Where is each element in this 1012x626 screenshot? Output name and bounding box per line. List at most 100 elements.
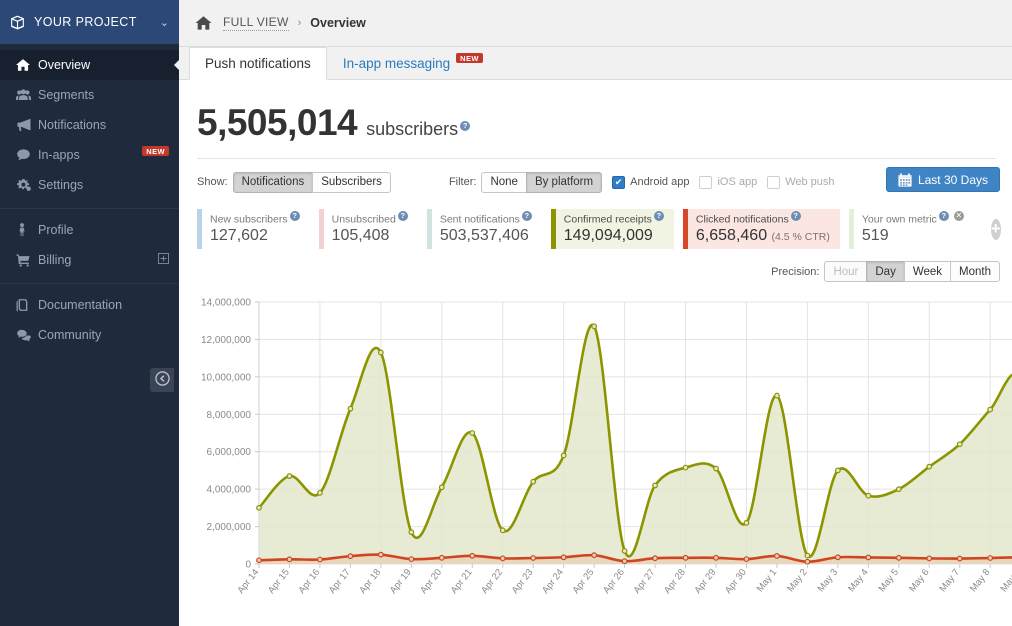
status-badge: NEW [142, 146, 169, 157]
question-circle-icon[interactable]: ? [460, 121, 470, 131]
filter-option-by-platform[interactable]: By platform [526, 172, 602, 193]
page-title: Overview [310, 16, 366, 30]
card-value: 127,602 [210, 227, 300, 245]
question-circle-icon[interactable]: ? [791, 211, 801, 221]
sidebar-item-in-apps[interactable]: In-apps NEW [0, 140, 179, 170]
precision-option-day[interactable]: Day [866, 261, 904, 282]
overview-panel: 5,505,014 subscribers? Show: Notificatio… [179, 80, 1012, 610]
chevron-down-icon[interactable]: ⌄ [160, 16, 169, 29]
comments-icon [16, 328, 38, 342]
close-circle-icon[interactable]: ✕ [954, 211, 964, 221]
arrow-left-circle-icon [155, 371, 170, 389]
question-circle-icon[interactable]: ? [654, 211, 664, 221]
platform-checkbox-ios[interactable]: iOS app [699, 176, 757, 189]
checkbox-unchecked-icon [767, 176, 780, 189]
precision-option-hour[interactable]: Hour [824, 261, 867, 282]
cube-icon [10, 15, 25, 30]
tab-label: In-app messaging [343, 56, 450, 71]
card-title: New subscribers? [210, 211, 300, 226]
date-range-button[interactable]: Last 30 Days [886, 167, 1000, 192]
svg-text:May 6: May 6 [907, 567, 932, 594]
precision-selector: Precision: Hour Day Week Month [179, 261, 1000, 282]
svg-text:Apr 16: Apr 16 [296, 567, 322, 596]
platform-checkbox-android[interactable]: Android app [612, 176, 689, 189]
sidebar-item-label: Settings [38, 178, 169, 192]
main-content: FULL VIEW › Overview Push notifications … [179, 0, 1012, 626]
person-icon [16, 223, 38, 237]
sidebar-collapse-button[interactable] [150, 368, 174, 392]
sidebar-item-label: Overview [38, 58, 169, 72]
svg-text:6,000,000: 6,000,000 [207, 447, 252, 458]
svg-text:14,000,000: 14,000,000 [201, 298, 251, 309]
question-circle-icon[interactable]: ? [522, 211, 532, 221]
show-option-notifications[interactable]: Notifications [233, 172, 314, 193]
subscriber-count: 5,505,014 [197, 102, 357, 144]
sidebar-item-label: Profile [38, 223, 169, 237]
svg-text:Apr 28: Apr 28 [662, 567, 688, 596]
sidebar-item-billing[interactable]: Billing [0, 245, 179, 275]
sidebar-item-profile[interactable]: Profile [0, 215, 179, 245]
question-circle-icon[interactable]: ? [939, 211, 949, 221]
sidebar-item-label: Billing [38, 253, 158, 267]
sidebar-item-settings[interactable]: Settings [0, 170, 179, 200]
svg-text:Apr 22: Apr 22 [479, 567, 505, 596]
card-title: Clicked notifications? [696, 211, 830, 226]
gears-icon [16, 178, 38, 192]
metric-card-sent-notifications[interactable]: Sent notifications? 503,537,406 [427, 209, 542, 249]
tab-in-app-messaging[interactable]: In-app messaging NEW [327, 46, 499, 79]
svg-text:Apr 26: Apr 26 [601, 567, 627, 596]
metric-card-your-own-metric[interactable]: Your own metric?✕ 519 [849, 209, 974, 249]
home-icon[interactable] [195, 15, 212, 31]
show-option-subscribers[interactable]: Subscribers [312, 172, 391, 193]
question-circle-icon[interactable]: ? [290, 211, 300, 221]
sidebar-item-label: Community [38, 328, 169, 342]
svg-text:Apr 20: Apr 20 [418, 567, 444, 596]
metric-card-clicked-notifications[interactable]: Clicked notifications? 6,658,460 (4.5 % … [683, 209, 840, 249]
sidebar-group-primary: Overview Segments Notifications In-apps [0, 44, 179, 208]
platform-label: iOS app [717, 176, 757, 188]
sidebar-group-account: Profile Billing [0, 208, 179, 283]
subscriber-label: subscribers? [366, 119, 470, 140]
svg-text:May 4: May 4 [846, 567, 871, 594]
precision-option-month[interactable]: Month [950, 261, 1000, 282]
svg-text:Apr 14: Apr 14 [235, 567, 261, 596]
card-title: Confirmed receipts? [564, 211, 664, 226]
users-icon [16, 88, 38, 102]
chart-svg[interactable]: 02,000,0004,000,0006,000,0008,000,00010,… [197, 290, 1012, 610]
metric-card-new-subscribers[interactable]: New subscribers? 127,602 [197, 209, 310, 249]
sidebar-item-community[interactable]: Community [0, 320, 179, 350]
svg-text:May 5: May 5 [877, 567, 902, 594]
breadcrumb-link-full-view[interactable]: FULL VIEW [223, 15, 289, 31]
card-title: Sent notifications? [440, 211, 532, 226]
svg-text:Apr 24: Apr 24 [540, 567, 566, 596]
sidebar-item-documentation[interactable]: Documentation [0, 290, 179, 320]
tab-push-notifications[interactable]: Push notifications [189, 47, 327, 80]
sidebar-item-notifications[interactable]: Notifications [0, 110, 179, 140]
sidebar-item-label: Segments [38, 88, 169, 102]
subscriber-summary: 5,505,014 subscribers? [179, 102, 1012, 144]
metric-cards: New subscribers? 127,602 Unsubscribed? 1… [197, 209, 1000, 249]
calendar-icon [898, 173, 912, 187]
question-circle-icon[interactable]: ? [398, 211, 408, 221]
sidebar-item-overview[interactable]: Overview [0, 50, 179, 80]
precision-label: Precision: [771, 266, 819, 278]
chat-bubble-icon [16, 148, 38, 162]
project-switcher[interactable]: YOUR PROJECT ⌄ [0, 0, 179, 44]
plus-box-icon[interactable] [158, 253, 169, 267]
tab-label: Push notifications [205, 56, 311, 71]
platform-checkbox-web-push[interactable]: Web push [767, 176, 834, 189]
card-ctr: (4.5 % CTR) [772, 231, 830, 243]
card-value: 105,408 [332, 227, 408, 245]
cart-icon [16, 253, 38, 267]
sidebar-item-segments[interactable]: Segments [0, 80, 179, 110]
show-label: Show: [197, 176, 228, 188]
filter-option-none[interactable]: None [481, 172, 527, 193]
analytics-chart[interactable]: 02,000,0004,000,0006,000,0008,000,00010,… [197, 290, 1000, 610]
add-metric-button[interactable]: + [991, 219, 1001, 240]
precision-option-week[interactable]: Week [904, 261, 951, 282]
metric-card-unsubscribed[interactable]: Unsubscribed? 105,408 [319, 209, 418, 249]
filter-toggle-group: None By platform [481, 172, 602, 193]
sidebar-item-label: In-apps [38, 148, 135, 162]
metric-card-confirmed-receipts[interactable]: Confirmed receipts? 149,094,009 [551, 209, 674, 249]
sidebar-group-help: Documentation Community [0, 283, 179, 358]
